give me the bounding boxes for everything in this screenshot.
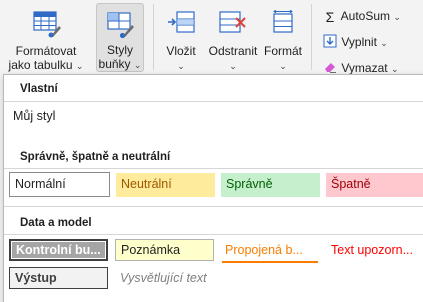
cell-styles-button[interactable]: Styly buňky ⌄ [96, 3, 144, 72]
chevron-down-icon: ⌄ [380, 38, 388, 49]
insert-button[interactable]: Vložit ⌄ [158, 2, 204, 72]
style-warning-text[interactable]: Text upozorn... [326, 239, 423, 263]
autosum-button[interactable]: Σ AutoSum ⌄ [322, 8, 401, 25]
style-check-cell[interactable]: Kontrolní bu... [9, 239, 108, 261]
cell-styles-icon [105, 9, 135, 39]
autosum-icon: Σ [325, 8, 335, 25]
cell-styles-label-2: buňky ⌄ [97, 57, 143, 72]
style-good[interactable]: Správně [221, 173, 320, 197]
group-separator [311, 4, 312, 70]
section-title: Správně, špatně a neutrální [20, 151, 171, 163]
delete-label: Odstranit [208, 44, 258, 58]
style-output[interactable]: Výstup [9, 267, 108, 289]
style-my-style[interactable]: Můj styl [13, 109, 55, 123]
group-separator [153, 4, 154, 70]
cell-styles-label-2-text: buňky [98, 57, 131, 71]
divider [4, 234, 423, 235]
format-as-table-label-2-text: jako tabulku [8, 58, 73, 72]
section-title: Data a model [20, 217, 92, 229]
style-linked-cell[interactable]: Propojená b... [220, 239, 319, 263]
chevron-down-icon: ⌄ [279, 61, 287, 71]
delete-button[interactable]: Odstranit ⌄ [205, 2, 261, 72]
cell-styles-gallery: Vlastní Můj styl Správně, špatně a neutr… [3, 74, 423, 302]
chevron-down-icon: ⌄ [177, 61, 185, 71]
fill-button[interactable]: Vyplnit ⌄ [322, 34, 388, 52]
insert-cells-icon [166, 10, 196, 36]
style-bad[interactable]: Špatně [326, 173, 423, 197]
ribbon: Formátovat jako tabulku ⌄ Styly buňky ⌄ [0, 0, 423, 76]
section-header-data-model: Data a model [4, 211, 423, 235]
fill-down-icon [322, 34, 338, 52]
chevron-down-icon: ⌄ [75, 61, 84, 71]
section-header-good-bad-neutral: Správně, špatně a neutrální [4, 145, 423, 169]
delete-cells-icon [218, 10, 248, 36]
linked-cell-underline [222, 261, 318, 263]
chevron-down-icon: ⌄ [390, 64, 399, 75]
insert-label: Vložit [166, 44, 196, 58]
section-title: Vlastní [20, 83, 58, 95]
cell-styles-label-1: Styly [106, 43, 133, 57]
format-button[interactable]: Formát ⌄ [262, 2, 304, 72]
style-neutral[interactable]: Neutrální [116, 173, 215, 197]
fill-label: Vyplnit [341, 35, 377, 50]
chevron-down-icon: ⌄ [229, 61, 237, 71]
style-note[interactable]: Poznámka [115, 239, 214, 261]
format-as-table-label-2: jako tabulku ⌄ [0, 58, 92, 73]
format-as-table-icon [31, 10, 61, 38]
autosum-label: AutoSum [340, 9, 391, 23]
divider [4, 101, 423, 102]
section-header-custom: Vlastní [4, 77, 423, 101]
chevron-down-icon: ⌄ [393, 12, 401, 22]
chevron-down-icon: ⌄ [133, 60, 142, 70]
style-normal[interactable]: Normální [9, 172, 110, 197]
format-as-table-button[interactable]: Formátovat jako tabulku ⌄ [0, 2, 92, 72]
format-label: Formát [263, 44, 302, 58]
style-explanatory-text[interactable]: Vysvětlující text [115, 267, 225, 291]
divider [4, 206, 423, 207]
divider [4, 168, 423, 169]
format-as-table-label-1: Formátovat [15, 44, 77, 58]
format-cells-icon [270, 9, 296, 36]
